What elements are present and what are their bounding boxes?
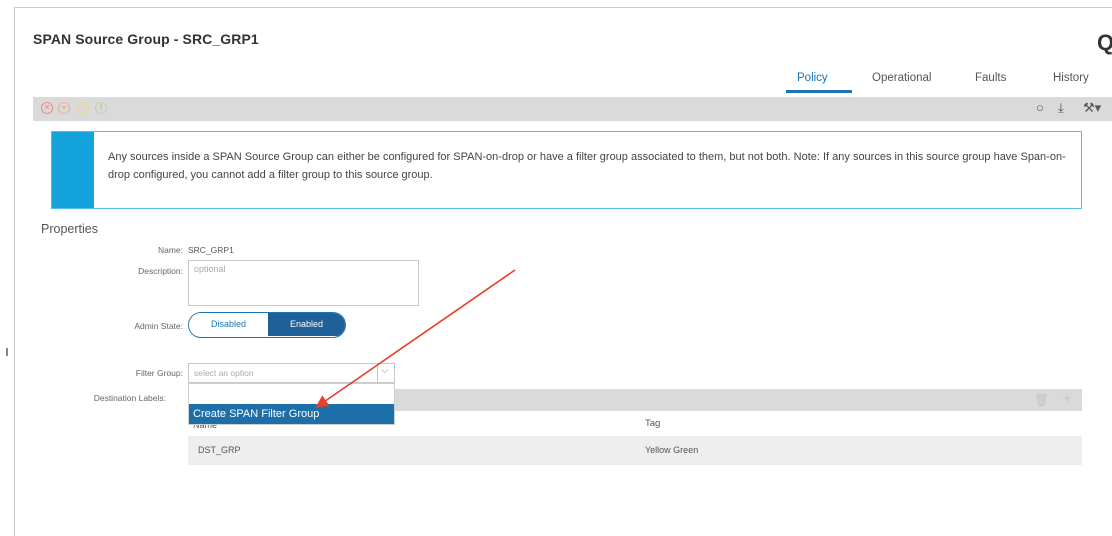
major-fault-icon[interactable]: ▾ <box>58 102 70 114</box>
destination-labels-label: Destination Labels: <box>93 393 166 403</box>
resize-handle[interactable] <box>6 348 8 356</box>
warning-fault-icon[interactable]: ! <box>95 102 107 114</box>
minor-fault-icon[interactable]: ▴ <box>77 102 89 114</box>
info-banner-bar <box>52 132 94 208</box>
filter-group-placeholder: select an option <box>194 368 254 378</box>
tab-operational[interactable]: Operational <box>872 72 931 84</box>
corner-truncated-icon: Q <box>1097 30 1112 55</box>
admin-state-enabled-option[interactable]: Enabled <box>268 313 345 336</box>
create-span-filter-group-option[interactable]: Create SPAN Filter Group <box>189 404 394 424</box>
filter-group-dropdown-button[interactable]: ⌵ <box>377 364 395 382</box>
trash-icon[interactable]: 🗑 <box>1034 393 1049 407</box>
description-field[interactable]: optional <box>188 260 419 306</box>
tools-icon[interactable]: ⚒▾ <box>1083 100 1101 116</box>
properties-heading: Properties <box>41 222 98 236</box>
row-tag-cell: Yellow Green <box>645 445 699 455</box>
tab-bar: Policy Operational Faults History <box>0 72 1112 96</box>
column-header-tag[interactable]: Tag <box>645 418 660 429</box>
download-icon[interactable]: ⤓ <box>1058 100 1064 116</box>
table-row[interactable]: DST_GRP Yellow Green <box>188 436 1082 465</box>
filter-group-label: Filter Group: <box>135 368 183 378</box>
refresh-icon[interactable]: ○ <box>1036 100 1044 115</box>
admin-state-toggle[interactable]: Disabled Enabled <box>188 312 346 338</box>
admin-state-label: Admin State: <box>134 321 183 331</box>
table-toolbar <box>395 389 1082 411</box>
info-banner-text: Any sources inside a SPAN Source Group c… <box>108 151 1066 181</box>
name-value: SRC_GRP1 <box>188 245 234 255</box>
add-icon[interactable]: + <box>1063 390 1072 407</box>
critical-fault-icon[interactable]: ✕ <box>41 102 53 114</box>
active-tab-indicator <box>786 90 852 93</box>
filter-group-select[interactable]: select an option ⌵ <box>188 363 395 383</box>
name-label: Name: <box>157 245 183 255</box>
chevron-down-icon: ⌵ <box>381 365 389 376</box>
tab-history[interactable]: History <box>1053 72 1089 84</box>
page-title: SPAN Source Group - SRC_GRP1 <box>33 31 259 47</box>
description-label: Description: <box>138 266 183 276</box>
admin-state-disabled-option[interactable]: Disabled <box>189 313 268 336</box>
tab-policy[interactable]: Policy <box>797 72 828 84</box>
tab-faults[interactable]: Faults <box>975 72 1006 84</box>
row-name-cell: DST_GRP <box>198 445 241 455</box>
toolbar: ✕ ▾ ▴ ! ○ ⤓ ⚒▾ <box>33 97 1112 121</box>
info-banner: Any sources inside a SPAN Source Group c… <box>51 131 1082 209</box>
filter-group-dropdown-menu: Create SPAN Filter Group <box>188 383 395 425</box>
